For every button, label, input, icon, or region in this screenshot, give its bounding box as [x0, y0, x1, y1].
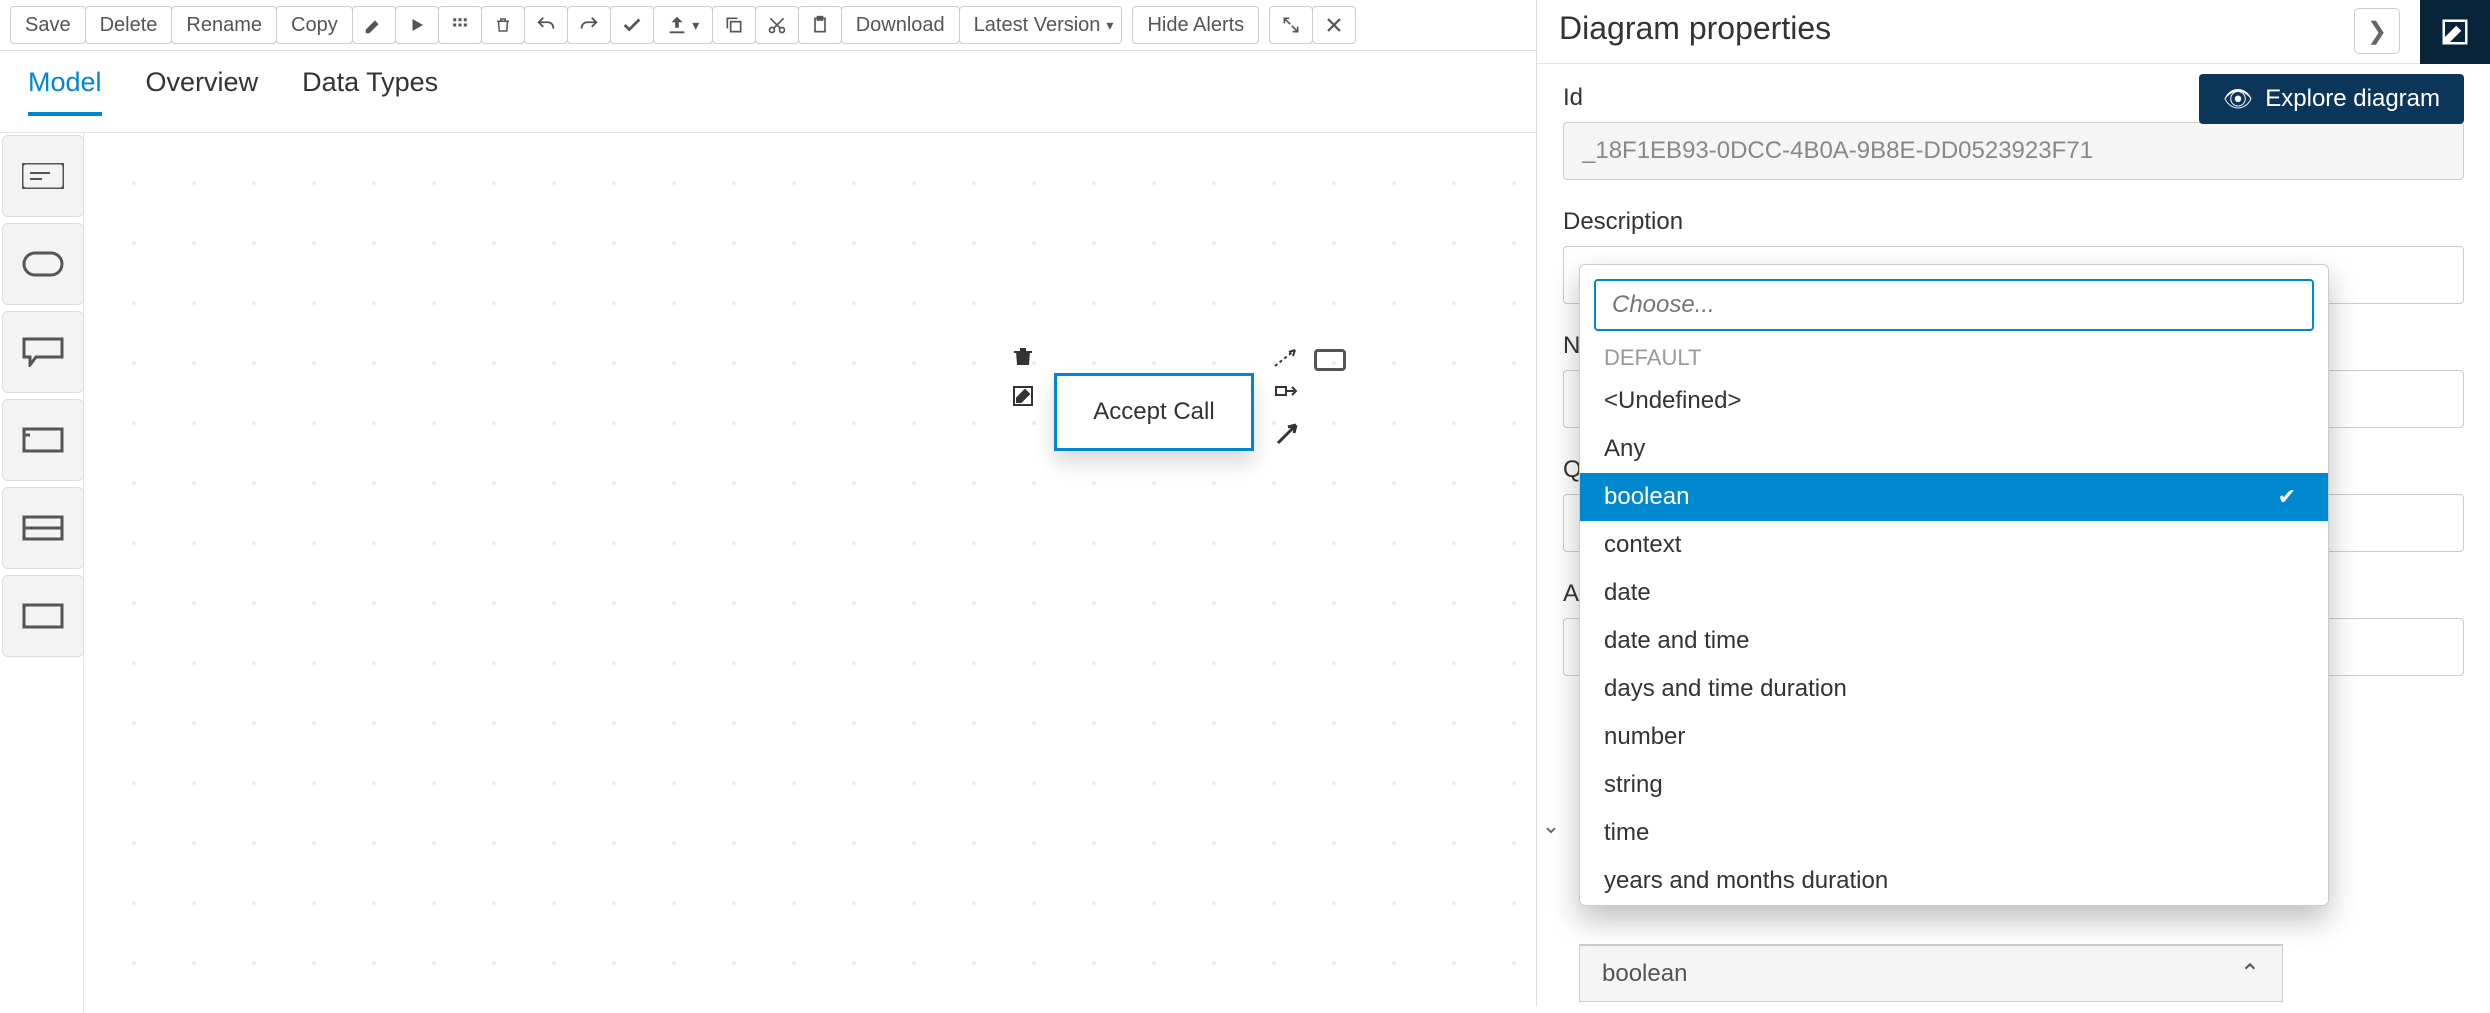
export-icon[interactable]: ▾	[653, 6, 713, 44]
hide-alerts-button[interactable]: Hide Alerts	[1132, 6, 1259, 44]
tab-data-types[interactable]: Data Types	[302, 67, 438, 116]
dropdown-item[interactable]: years and months duration	[1580, 857, 2328, 905]
dropdown-item[interactable]: <Undefined>	[1580, 377, 2328, 425]
explore-diagram-label: Explore diagram	[2265, 85, 2440, 113]
node-mini-rect-icon[interactable]	[1314, 349, 1346, 371]
node-link-icon[interactable]	[1272, 381, 1302, 411]
copy-icon[interactable]	[712, 6, 756, 44]
palette-callout-icon[interactable]	[2, 311, 84, 393]
node-tools-left	[1008, 341, 1038, 411]
download-button[interactable]: Download	[841, 6, 960, 44]
shape-palette	[0, 133, 84, 1013]
close-icon[interactable]	[1312, 6, 1356, 44]
node-edit-icon[interactable]	[1008, 381, 1038, 411]
type-dropdown: DEFAULT <Undefined>Anybooleancontextdate…	[1579, 264, 2329, 906]
explore-diagram-button[interactable]: 👁 Explore diagram	[2199, 74, 2464, 124]
cut-icon[interactable]	[755, 6, 799, 44]
edit-icon[interactable]	[352, 6, 396, 44]
dropdown-item[interactable]: date and time	[1580, 617, 2328, 665]
latest-version-button[interactable]: Latest Version ▾	[959, 6, 1123, 44]
eye-icon: 👁	[2223, 85, 2253, 114]
expand-section-icon[interactable]: ⌄	[1537, 812, 1565, 840]
panel-edit-button[interactable]	[2420, 0, 2490, 64]
tab-model[interactable]: Model	[28, 67, 102, 116]
copy-button[interactable]: Copy	[276, 6, 353, 44]
node-connect-solid-icon[interactable]	[1272, 419, 1302, 449]
node-connect-dotted-icon[interactable]	[1272, 343, 1302, 373]
palette-rounded-rect-icon[interactable]	[2, 223, 84, 305]
check-icon[interactable]	[610, 6, 654, 44]
paste-icon[interactable]	[798, 6, 842, 44]
dropdown-item[interactable]: number	[1580, 713, 2328, 761]
dropdown-item[interactable]: context	[1580, 521, 2328, 569]
grid-icon[interactable]	[438, 6, 482, 44]
description-label: Description	[1563, 208, 2464, 236]
dropdown-item[interactable]: date	[1580, 569, 2328, 617]
save-button[interactable]: Save	[10, 6, 86, 44]
panel-collapse-icon[interactable]: ❯	[2354, 8, 2400, 54]
undo-icon[interactable]	[524, 6, 568, 44]
dropdown-item[interactable]: string	[1580, 761, 2328, 809]
dropdown-item[interactable]: days and time duration	[1580, 665, 2328, 713]
rename-button[interactable]: Rename	[171, 6, 277, 44]
id-field	[1563, 122, 2464, 180]
latest-version-label: Latest Version	[974, 14, 1101, 37]
diagram-node[interactable]: Accept Call	[1054, 373, 1254, 451]
tab-overview[interactable]: Overview	[146, 67, 259, 116]
panel-title: Diagram properties	[1559, 10, 1831, 47]
trash-icon[interactable]	[481, 6, 525, 44]
panel-header: Diagram properties ❯	[1537, 0, 2490, 64]
palette-rect-icon[interactable]	[2, 575, 84, 657]
palette-double-rect-icon[interactable]	[2, 487, 84, 569]
palette-annotation-icon[interactable]	[2, 135, 84, 217]
play-icon[interactable]	[395, 6, 439, 44]
dropdown-group-label: DEFAULT	[1580, 345, 2328, 377]
delete-button[interactable]: Delete	[85, 6, 173, 44]
dropdown-search-input[interactable]	[1594, 279, 2314, 331]
redo-icon[interactable]	[567, 6, 611, 44]
panel-body: 👁 Explore diagram Id Description Na Q Al…	[1537, 64, 2490, 690]
chevron-up-icon: ⌃	[2240, 959, 2260, 988]
type-select[interactable]: boolean ⌃	[1579, 944, 2283, 1002]
expand-icon[interactable]	[1269, 6, 1313, 44]
type-select-value: boolean	[1602, 960, 1687, 988]
dropdown-item[interactable]: boolean	[1580, 473, 2328, 521]
dropdown-item[interactable]: Any	[1580, 425, 2328, 473]
node-delete-icon[interactable]	[1008, 341, 1038, 371]
node-label: Accept Call	[1093, 398, 1214, 426]
palette-rect-notch-icon[interactable]	[2, 399, 84, 481]
node-tools-right	[1272, 343, 1302, 449]
properties-panel: Diagram properties ❯ 👁 Explore diagram I…	[1536, 0, 2490, 1006]
dropdown-item[interactable]: time	[1580, 809, 2328, 857]
